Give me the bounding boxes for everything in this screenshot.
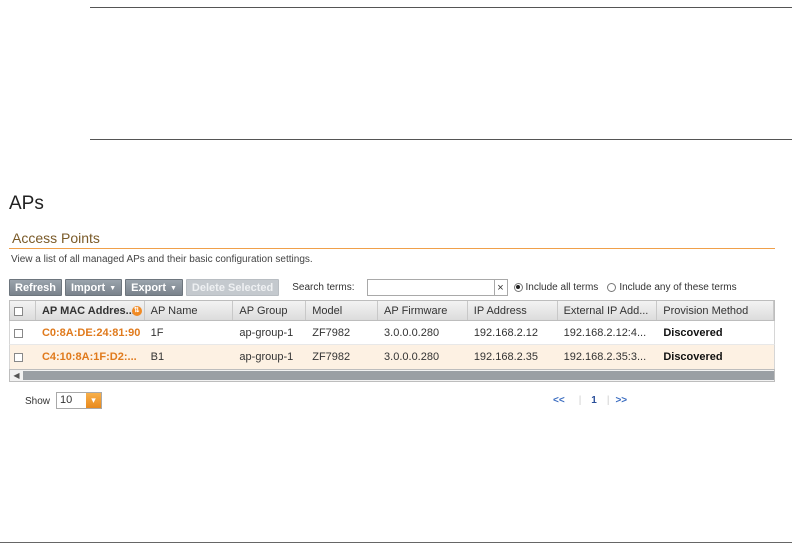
column-header-ip-address[interactable]: IP Address [468,301,558,320]
header-divider [90,139,792,140]
chevron-down-icon[interactable]: ▾ [86,393,101,408]
row-checkbox[interactable] [14,352,23,362]
search-input[interactable] [366,278,495,296]
column-header-ap-firmware[interactable]: AP Firmware [378,301,468,320]
page-size-value: 10 [60,394,73,406]
refresh-button-label: Refresh [15,281,56,294]
provision-method-cell: Discovered [663,351,723,363]
grid-header: AP MAC Addres... ⇅ AP Name AP Group Model… [9,300,775,321]
aps-grid: AP MAC Addres... ⇅ AP Name AP Group Model… [9,300,775,382]
refresh-button[interactable]: Refresh [9,278,62,296]
mac-link[interactable]: C4:10:8A:1F:D2:... [36,345,145,369]
pager-separator: | [578,395,582,406]
import-button-label: Import [70,281,106,294]
sort-icon[interactable]: ⇅ [131,306,142,316]
column-header-label: AP MAC Addres... [41,305,135,317]
section-title: Access Points [12,230,100,246]
import-button[interactable]: Import ▼ [64,278,123,296]
export-button[interactable]: Export ▼ [125,278,183,296]
ap-name-cell: B1 [150,351,165,363]
pager-separator: | [606,395,610,406]
ap-name-cell: 1F [150,327,164,339]
external-ip-cell: 192.168.2.12:4... [563,327,647,339]
row-select-cell [10,345,36,369]
chevron-down-icon: ▼ [109,284,117,292]
column-header-provision-method[interactable]: Provision Method [657,301,774,320]
firmware-cell: 3.0.0.0.280 [384,327,440,339]
model-cell: ZF7982 [312,327,351,339]
row-select-cell [10,321,36,344]
search-label: Search terms: [292,281,355,293]
clear-search-icon[interactable]: × [494,278,508,296]
select-all-cell [10,301,36,320]
section-description: View a list of all managed APs and their… [11,254,313,265]
page-size-label: Show [25,396,51,407]
model-cell: ZF7982 [312,351,351,363]
scroll-left-icon[interactable]: ◀ [10,371,23,380]
ap-group-cell: ap-group-1 [239,351,294,363]
ip-address-cell: 192.168.2.35 [473,351,539,363]
prev-page-link[interactable]: << [553,395,565,406]
provision-method-cell: Discovered [663,327,723,339]
page-title: APs [9,193,44,214]
section-divider [9,248,775,249]
mac-link[interactable]: C0:8A:DE:24:81:90 [36,321,145,344]
row-checkbox[interactable] [14,328,23,338]
pagination: << | 1 | >> [553,395,627,406]
chevron-down-icon: ▼ [169,284,177,292]
column-header-ap-group[interactable]: AP Group [233,301,307,320]
grid-toolbar: Refresh Import ▼ Export ▼ Delete Selected … [9,277,746,297]
next-page-link[interactable]: >> [615,395,627,406]
include-all-radio[interactable] [513,282,523,292]
column-header-model[interactable]: Model [306,301,379,320]
select-all-checkbox[interactable] [14,306,23,316]
include-all-label: Include all terms [525,281,599,293]
current-page[interactable]: 1 [591,395,597,406]
column-header-ap-name[interactable]: AP Name [145,301,234,320]
external-ip-cell: 192.168.2.35:3... [563,351,647,363]
table-row[interactable]: C4:10:8A:1F:D2:... B1 ap-group-1 ZF7982 … [9,345,775,369]
page-size-select[interactable]: 10 ▾ [56,392,102,409]
top-divider [90,7,792,8]
export-button-label: Export [131,281,166,294]
include-any-label: Include any of these terms [619,281,737,293]
ip-address-cell: 192.168.2.12 [473,327,539,339]
scrollbar-thumb[interactable] [23,371,774,380]
include-any-radio[interactable] [607,282,617,292]
table-row[interactable]: C0:8A:DE:24:81:90 1F ap-group-1 ZF7982 3… [9,321,775,345]
firmware-cell: 3.0.0.0.280 [384,351,440,363]
column-header-mac[interactable]: AP MAC Addres... ⇅ [36,301,145,320]
delete-selected-button[interactable]: Delete Selected [185,278,280,296]
delete-selected-label: Delete Selected [191,281,274,294]
ap-group-cell: ap-group-1 [239,327,294,339]
horizontal-scrollbar[interactable]: ◀ [9,369,775,382]
column-header-external-ip[interactable]: External IP Add... [558,301,658,320]
